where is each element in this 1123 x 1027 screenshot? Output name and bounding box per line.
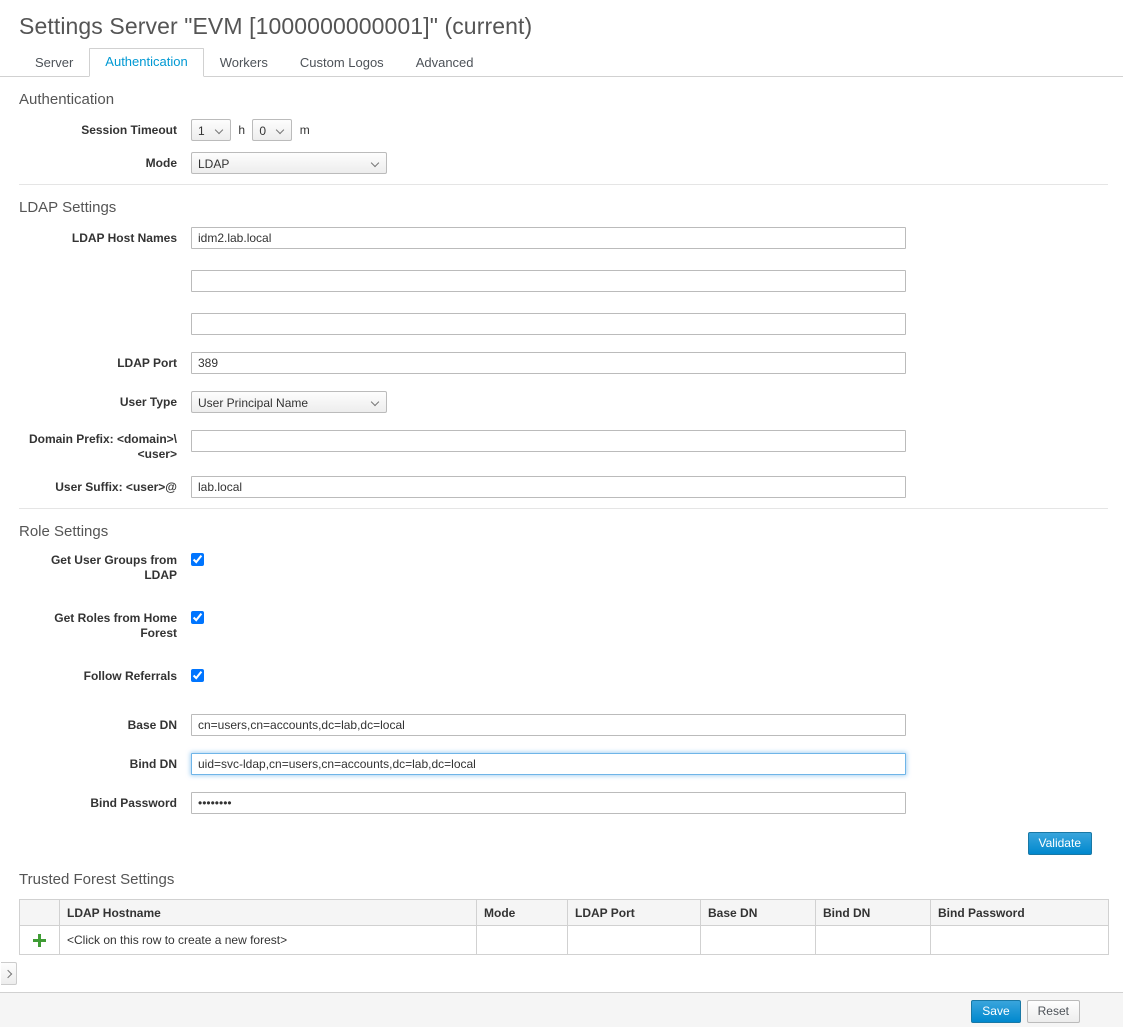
chevron-right-icon [3, 969, 13, 979]
settings-form: Authentication Session Timeout 1 h 0 m M… [0, 77, 1123, 1001]
ldap-port-input[interactable] [191, 352, 906, 374]
label-ldap-port: LDAP Port [117, 356, 177, 370]
field-row-ldap-host-1: LDAP Host Names [19, 227, 1108, 251]
tab-authentication[interactable]: Authentication [89, 48, 204, 77]
label-ldap-host-names: LDAP Host Names [71, 231, 177, 245]
field-row-get-roles-home-forest: Get Roles from Home Forest [19, 609, 1108, 641]
validate-button-row: Validate [19, 816, 1092, 855]
field-row-ldap-host-2 [19, 270, 1108, 294]
label-user-suffix: User Suffix: <user>@ [55, 480, 177, 494]
cell-bind-dn[interactable] [815, 925, 931, 955]
field-row-ldap-host-3 [19, 313, 1108, 337]
column-header-ldap-hostname[interactable]: LDAP Hostname [59, 899, 477, 926]
cell-bind-password[interactable] [930, 925, 1109, 955]
label-bind-dn: Bind DN [129, 757, 177, 771]
user-suffix-input[interactable] [191, 476, 906, 498]
session-timeout-minutes-select[interactable]: 0 [252, 119, 293, 141]
user-type-select[interactable]: User Principal Name [191, 391, 387, 413]
section-title-trusted-forest: Trusted Forest Settings [19, 871, 175, 888]
trusted-forest-table: LDAP Hostname Mode LDAP Port Base DN Bin… [19, 899, 1109, 955]
tab-bar: Server Authentication Workers Custom Log… [0, 48, 1123, 77]
table-header-row: LDAP Hostname Mode LDAP Port Base DN Bin… [19, 899, 1109, 926]
tab-advanced[interactable]: Advanced [400, 49, 490, 77]
tab-workers[interactable]: Workers [204, 49, 284, 77]
label-user-type: User Type [119, 395, 177, 409]
session-timeout-minutes-select-wrap: 0 [252, 119, 293, 141]
column-header-bind-dn[interactable]: Bind DN [815, 899, 931, 926]
plus-icon[interactable] [33, 934, 46, 948]
field-row-user-suffix: User Suffix: <user>@ [19, 476, 1108, 500]
base-dn-input[interactable] [191, 714, 906, 736]
cell-ldap-hostname[interactable]: <Click on this row to create a new fores… [59, 925, 477, 955]
section-title-ldap-settings: LDAP Settings [19, 199, 117, 216]
footer-button-group: Save Reset [971, 1000, 1080, 1023]
label-mode: Mode [145, 156, 177, 170]
ldap-host-name-input-1[interactable] [191, 227, 906, 249]
follow-referrals-checkbox[interactable] [191, 669, 204, 682]
mode-select[interactable]: LDAP [191, 152, 387, 174]
section-title-authentication: Authentication [19, 91, 115, 108]
column-header-bind-password[interactable]: Bind Password [930, 899, 1109, 926]
section-title-role-settings: Role Settings [19, 523, 109, 540]
footer-bar: Save Reset [0, 992, 1123, 1027]
reset-button[interactable]: Reset [1026, 1000, 1080, 1023]
page-title: Settings Server "EVM [1000000000001]" (c… [19, 13, 533, 39]
field-row-mode: Mode LDAP [19, 152, 1108, 176]
cell-base-dn[interactable] [700, 925, 816, 955]
field-row-domain-prefix: Domain Prefix: <domain>\ <user> [19, 430, 1108, 462]
column-header-mode[interactable]: Mode [476, 899, 568, 926]
label-get-user-groups: Get User Groups from LDAP [50, 553, 177, 582]
get-user-groups-checkbox[interactable] [191, 553, 204, 566]
tab-server[interactable]: Server [19, 49, 89, 77]
save-button[interactable]: Save [971, 1000, 1021, 1023]
column-header-add [19, 899, 60, 926]
label-base-dn: Base DN [127, 718, 177, 732]
label-domain-prefix-line2: <user> [137, 447, 177, 461]
table-row[interactable]: <Click on this row to create a new fores… [19, 925, 1109, 955]
label-get-roles-home-forest: Get Roles from Home Forest [54, 611, 177, 640]
validate-button[interactable]: Validate [1027, 832, 1092, 855]
mode-select-wrap: LDAP [191, 152, 387, 174]
label-domain-prefix-line1: Domain Prefix: <domain>\ [28, 432, 177, 446]
ldap-host-name-input-2[interactable] [191, 270, 906, 292]
field-row-ldap-port: LDAP Port [19, 352, 1108, 376]
session-timeout-hours-select-wrap: 1 [191, 119, 231, 141]
field-row-user-type: User Type User Principal Name [19, 391, 1108, 415]
get-roles-home-forest-checkbox[interactable] [191, 611, 204, 624]
bind-dn-input[interactable] [191, 753, 906, 775]
label-session-timeout: Session Timeout [81, 123, 177, 137]
bind-password-input[interactable] [191, 792, 906, 814]
label-ldap-host-names-3 [19, 313, 191, 317]
field-row-get-user-groups: Get User Groups from LDAP [19, 551, 1108, 583]
domain-prefix-input[interactable] [191, 430, 906, 452]
label-follow-referrals: Follow Referrals [83, 669, 177, 683]
field-row-base-dn: Base DN [19, 714, 1108, 738]
session-timeout-hours-select[interactable]: 1 [191, 119, 231, 141]
session-timeout-minutes-unit: m [299, 123, 310, 137]
cell-mode[interactable] [476, 925, 568, 955]
field-row-follow-referrals: Follow Referrals [19, 667, 1108, 691]
field-row-bind-password: Bind Password [19, 792, 1108, 816]
tab-custom-logos[interactable]: Custom Logos [284, 49, 400, 77]
field-row-session-timeout: Session Timeout 1 h 0 m [19, 119, 1108, 143]
label-ldap-host-names-2 [19, 270, 191, 274]
cell-ldap-port[interactable] [567, 925, 701, 955]
user-type-select-wrap: User Principal Name [191, 391, 387, 413]
column-header-ldap-port[interactable]: LDAP Port [567, 899, 701, 926]
label-bind-password: Bind Password [90, 796, 177, 810]
column-header-base-dn[interactable]: Base DN [700, 899, 816, 926]
field-row-bind-dn: Bind DN [19, 753, 1108, 777]
session-timeout-hours-unit: h [238, 123, 246, 137]
sidebar-expand-toggle[interactable] [1, 962, 17, 985]
add-forest-cell[interactable] [19, 925, 60, 955]
ldap-host-name-input-3[interactable] [191, 313, 906, 335]
label-domain-prefix: Domain Prefix: <domain>\ <user> [19, 430, 191, 462]
